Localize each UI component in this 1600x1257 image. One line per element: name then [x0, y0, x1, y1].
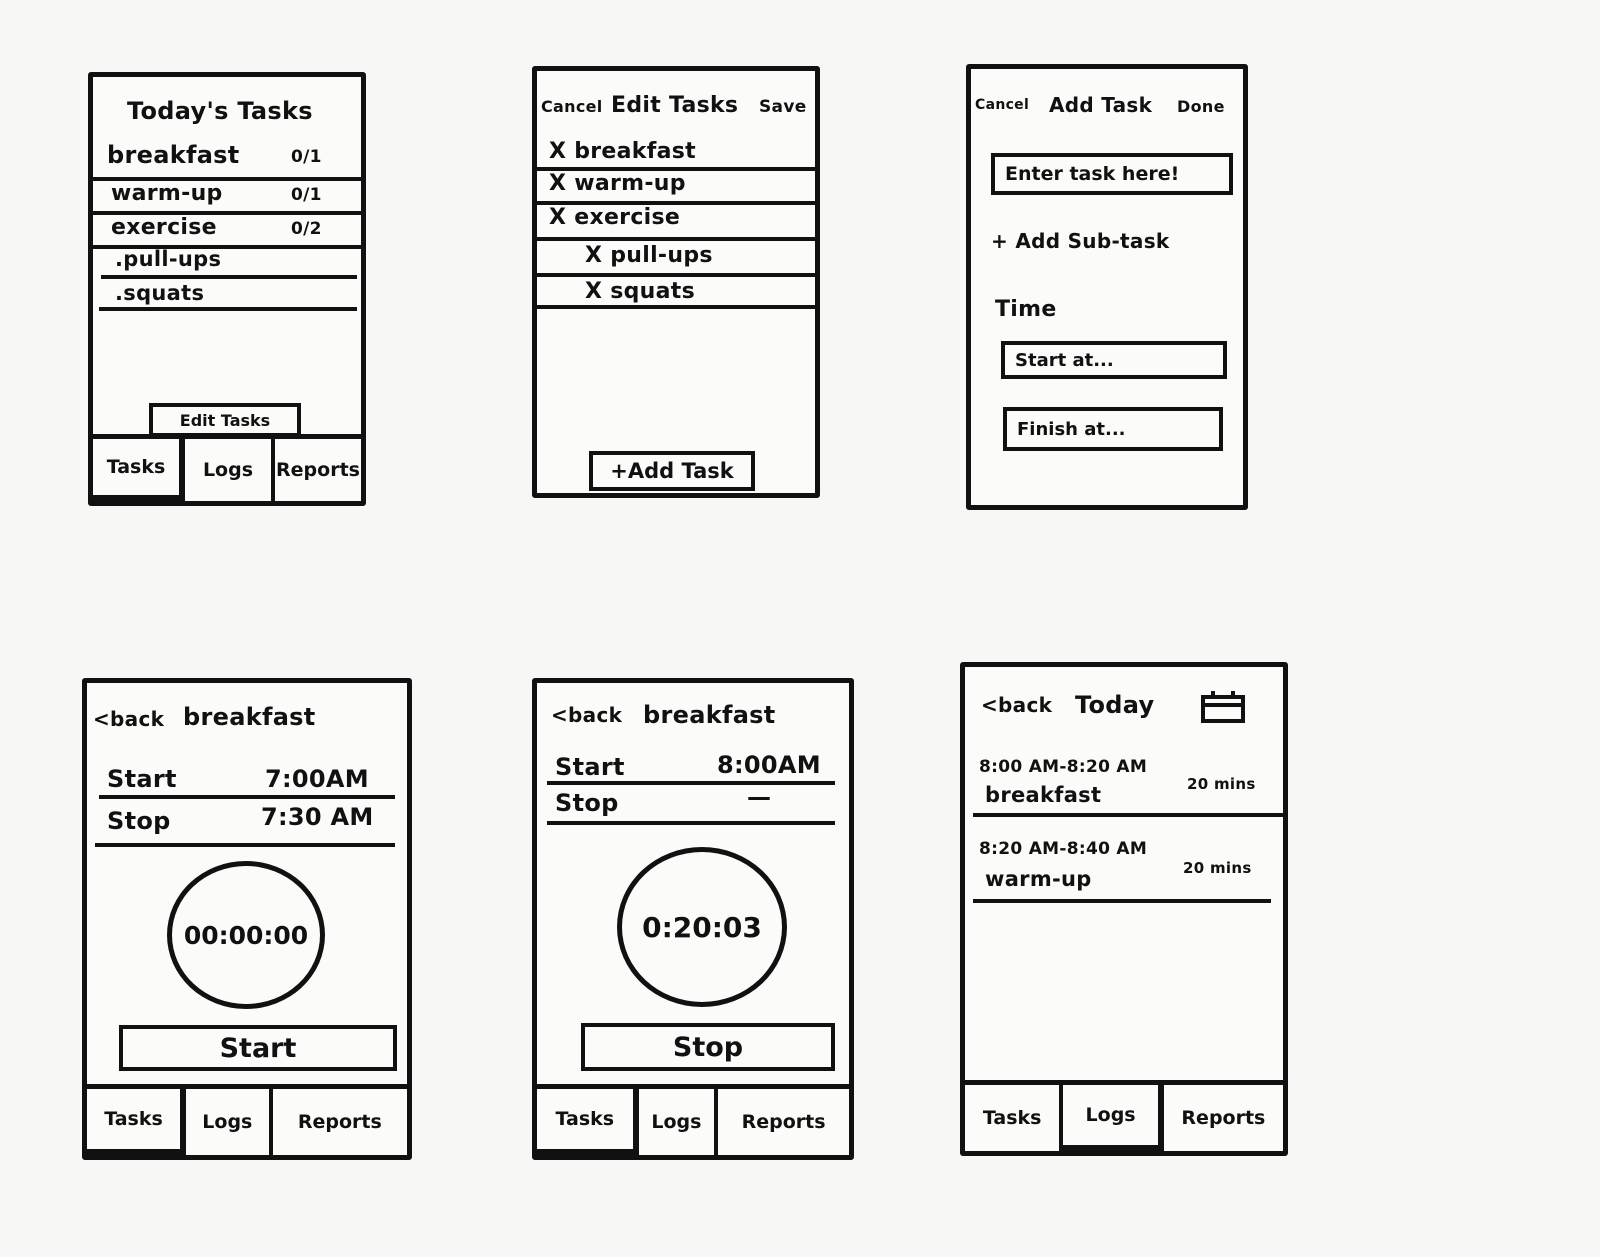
task-name-warm-up[interactable]: warm-up — [111, 181, 223, 206]
divider — [101, 275, 357, 279]
log-entry-duration: 20 mins — [1187, 775, 1256, 793]
page-title: Today — [1075, 691, 1155, 719]
task-name-breakfast[interactable]: breakfast — [107, 141, 240, 169]
start-label: Start — [555, 753, 625, 781]
tab-reports[interactable]: Reports — [268, 1089, 407, 1155]
stop-button[interactable]: Stop — [581, 1023, 835, 1071]
tab-tasks[interactable]: Tasks — [87, 1089, 182, 1155]
task-name-exercise[interactable]: exercise — [111, 215, 217, 240]
divider — [537, 305, 815, 309]
stop-label: Stop — [555, 789, 619, 817]
list-item[interactable]: X pull-ups — [585, 243, 713, 268]
stop-time-value: — — [747, 783, 772, 811]
tab-bar: Tasks Logs Reports — [537, 1084, 849, 1155]
list-item[interactable]: X exercise — [549, 205, 680, 230]
calendar-icon-graphic — [1201, 691, 1245, 723]
screen-todays-tasks: Today's Tasks breakfast 0/1 warm-up 0/1 … — [88, 72, 366, 506]
screen-timer-running: <back breakfast Start 8:00AM Stop — 0:20… — [532, 678, 854, 1160]
delete-icon[interactable]: X — [585, 279, 610, 304]
stop-time-value: 7:30 AM — [261, 803, 374, 831]
delete-icon[interactable]: X — [585, 243, 610, 268]
back-button[interactable]: <back — [551, 703, 622, 727]
task-count-breakfast: 0/1 — [291, 147, 322, 167]
start-label: Start — [107, 765, 177, 793]
time-label: Time — [995, 297, 1057, 322]
divider — [95, 843, 395, 847]
timer-display: 00:00:00 — [167, 861, 325, 1009]
log-entry-range: 8:00 AM-8:20 AM — [979, 757, 1148, 777]
start-time-value: 7:00AM — [265, 765, 369, 793]
page-title: Add Task — [1049, 93, 1153, 117]
delete-icon[interactable]: X — [549, 171, 574, 196]
edit-tasks-button[interactable]: Edit Tasks — [149, 403, 301, 437]
divider — [973, 899, 1271, 903]
page-title: breakfast — [643, 701, 776, 729]
task-name-input[interactable] — [991, 153, 1233, 195]
delete-icon[interactable]: X — [549, 205, 574, 230]
back-button[interactable]: <back — [981, 693, 1052, 717]
add-task-button[interactable]: +Add Task — [589, 451, 755, 491]
calendar-icon[interactable] — [1201, 691, 1245, 723]
tab-logs[interactable]: Logs — [182, 1089, 269, 1155]
list-item[interactable]: X breakfast — [549, 139, 696, 164]
stop-label: Stop — [107, 807, 171, 835]
done-button[interactable]: Done — [1177, 97, 1225, 116]
list-item[interactable]: X warm-up — [549, 171, 686, 196]
screen-timer-start: <back breakfast Start 7:00AM Stop 7:30 A… — [82, 678, 412, 1160]
start-time-value: 8:00AM — [717, 751, 821, 779]
subtask-pull-ups[interactable]: .pull-ups — [115, 247, 221, 271]
list-item[interactable]: X squats — [585, 279, 695, 304]
divider — [547, 821, 835, 825]
save-button[interactable]: Save — [759, 97, 807, 117]
tab-reports[interactable]: Reports — [1159, 1085, 1283, 1151]
divider — [973, 813, 1283, 817]
start-time-input[interactable] — [1001, 341, 1227, 379]
task-count-warm-up: 0/1 — [291, 185, 322, 205]
log-entry-duration: 20 mins — [1183, 859, 1252, 877]
log-entry-task[interactable]: warm-up — [985, 867, 1092, 891]
task-label: breakfast — [574, 139, 696, 164]
tab-reports[interactable]: Reports — [714, 1089, 849, 1155]
task-label: pull-ups — [610, 243, 713, 268]
subtask-squats[interactable]: .squats — [115, 281, 204, 305]
task-label: exercise — [574, 205, 681, 230]
log-entry-range: 8:20 AM-8:40 AM — [979, 839, 1148, 859]
page-title: Today's Tasks — [127, 97, 313, 125]
screen-logs: <back Today 8:00 AM-8:20 AM breakfast 20… — [960, 662, 1288, 1156]
tab-tasks[interactable]: Tasks — [965, 1085, 1059, 1151]
cancel-button[interactable]: Cancel — [975, 97, 1029, 113]
cancel-button[interactable]: Cancel — [541, 97, 603, 116]
delete-icon[interactable]: X — [549, 139, 574, 164]
timer-display: 0:20:03 — [617, 847, 787, 1007]
timer-value: 0:20:03 — [642, 910, 762, 944]
tab-bar: Tasks Logs Reports — [965, 1080, 1283, 1151]
divider — [99, 307, 357, 311]
divider — [99, 795, 395, 799]
timer-value: 00:00:00 — [183, 920, 309, 950]
page-title: Edit Tasks — [611, 93, 739, 118]
page-title: breakfast — [183, 703, 316, 731]
task-label: squats — [610, 279, 695, 304]
tab-logs[interactable]: Logs — [634, 1089, 715, 1155]
tab-tasks[interactable]: Tasks — [93, 439, 181, 501]
divider — [537, 273, 815, 277]
tab-bar: Tasks Logs Reports — [87, 1084, 407, 1155]
screen-add-task: Cancel Add Task Done + Add Sub-task Time — [966, 64, 1248, 510]
log-entry-task[interactable]: breakfast — [985, 783, 1101, 807]
finish-time-input[interactable] — [1003, 407, 1223, 451]
tab-tasks[interactable]: Tasks — [537, 1089, 635, 1155]
back-button[interactable]: <back — [93, 707, 164, 731]
start-button[interactable]: Start — [119, 1025, 397, 1071]
tab-reports[interactable]: Reports — [271, 439, 361, 501]
add-subtask-button[interactable]: + Add Sub-task — [991, 229, 1170, 253]
task-count-exercise: 0/2 — [291, 219, 322, 239]
screen-edit-tasks: Cancel Edit Tasks Save X breakfast X war… — [532, 66, 820, 498]
task-label: warm-up — [574, 171, 686, 196]
tab-bar: Tasks Logs Reports — [93, 434, 361, 501]
divider — [547, 781, 835, 785]
tab-logs[interactable]: Logs — [1059, 1085, 1160, 1151]
divider — [537, 237, 815, 241]
tab-logs[interactable]: Logs — [181, 439, 271, 501]
